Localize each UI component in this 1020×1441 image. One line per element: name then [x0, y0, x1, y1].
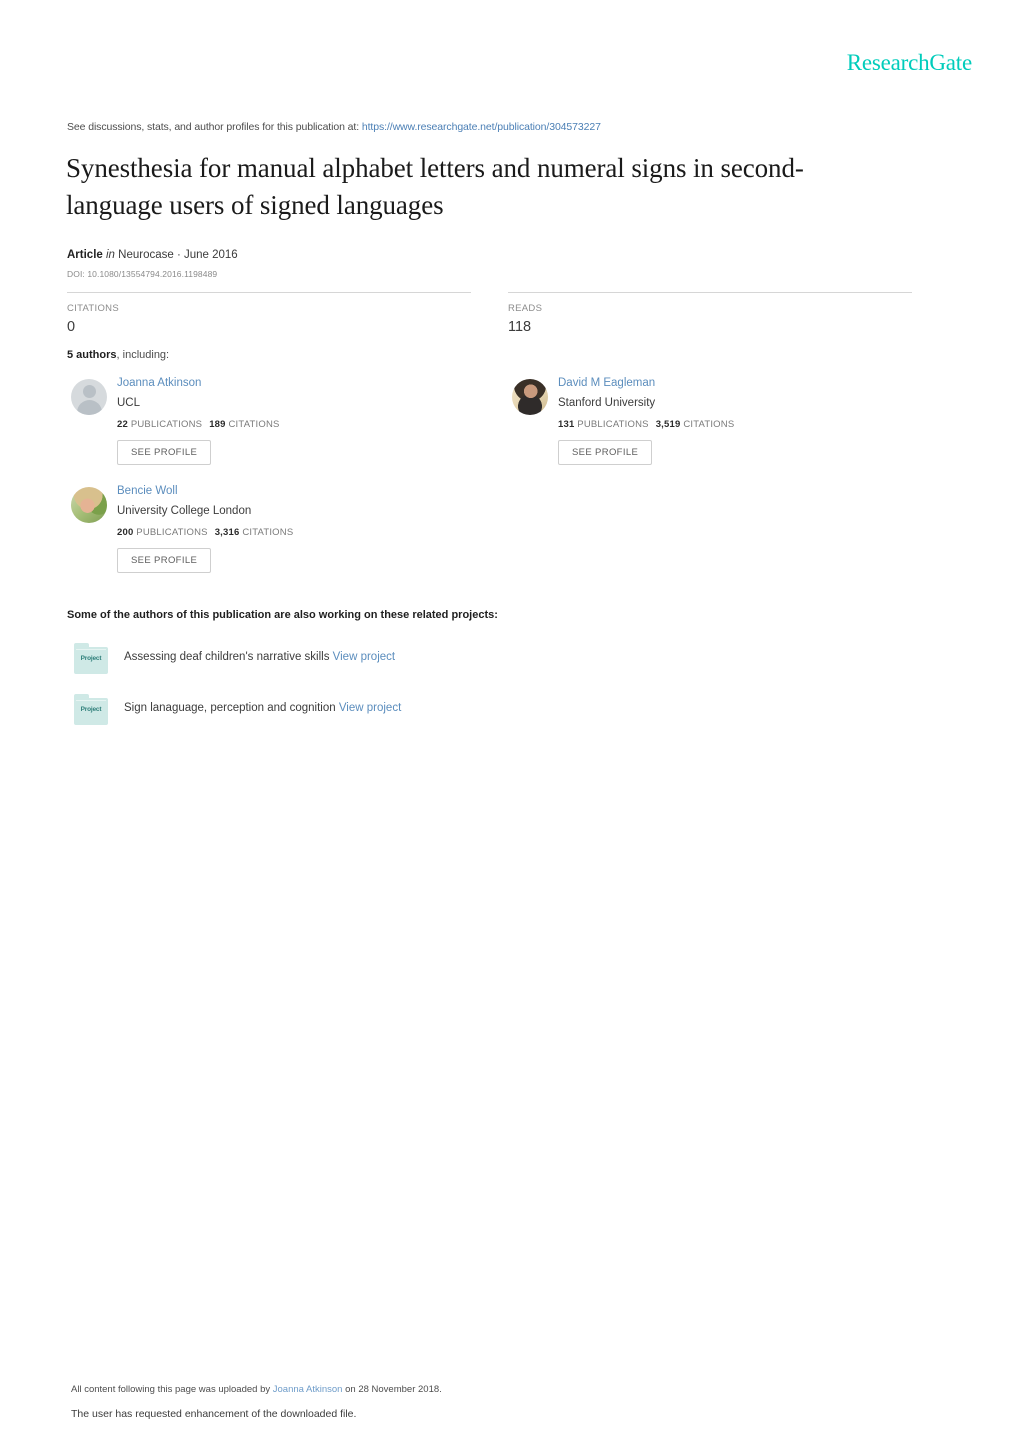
author-publications-count: 22 — [117, 419, 128, 430]
view-project-link[interactable]: View project — [339, 702, 401, 714]
author-name-link[interactable]: Bencie Woll — [117, 485, 178, 497]
authors-including-text: , including: — [116, 349, 170, 361]
see-profile-button[interactable]: SEE PROFILE — [117, 548, 212, 573]
page-title: Synesthesia for manual alphabet letters … — [66, 153, 804, 220]
discussion-line: See discussions, stats, and author profi… — [67, 121, 601, 133]
discussion-prefix: See discussions, stats, and author profi… — [67, 121, 360, 133]
author-stats: 22 PUBLICATIONS 189 CITATIONS — [117, 419, 280, 430]
avatar-photo — [71, 487, 107, 523]
avatar-body-shape — [76, 400, 102, 415]
article-venue: Neurocase · June 2016 — [118, 249, 238, 261]
author-citations-label: CITATIONS — [683, 419, 735, 430]
author-citations-label: CITATIONS — [228, 419, 280, 430]
authors-heading: 5 authors, including: — [67, 349, 169, 361]
author-publications-label: PUBLICATIONS — [577, 419, 649, 430]
citations-value: 0 — [67, 319, 76, 335]
project-folder-icon: Project — [74, 694, 108, 725]
view-project-link[interactable]: View project — [333, 651, 395, 663]
project-row: Project Assessing deaf children's narrat… — [67, 643, 667, 683]
see-profile-button[interactable]: SEE PROFILE — [558, 440, 653, 465]
divider — [67, 292, 471, 293]
author-publications-label: PUBLICATIONS — [130, 419, 203, 430]
publication-url-link[interactable]: https://www.researchgate.net/publication… — [362, 121, 601, 133]
related-projects-heading: Some of the authors of this publication … — [67, 609, 498, 621]
author-affiliation: University College London — [117, 505, 252, 517]
folder-icon-label: Project — [80, 706, 102, 713]
author-publications-count: 131 — [558, 419, 575, 430]
author-publications-count: 200 — [117, 527, 134, 538]
project-text: Sign lanaguage, perception and cognition… — [124, 702, 401, 714]
enhancement-notice: The user has requested enhancement of th… — [71, 1408, 357, 1420]
researchgate-logo[interactable]: ResearchGate — [847, 50, 973, 76]
avatar-head-shape — [82, 385, 96, 398]
article-meta: Article in Neurocase · June 2016 — [67, 249, 238, 261]
divider — [508, 292, 912, 293]
authors-count: 5 authors — [67, 349, 117, 361]
project-folder-icon: Project — [74, 643, 108, 674]
uploader-link[interactable]: Joanna Atkinson — [273, 1384, 343, 1395]
author-affiliation: Stanford University — [558, 397, 656, 409]
researchgate-publication-page: ResearchGate See discussions, stats, and… — [0, 0, 1020, 1441]
author-stats: 131 PUBLICATIONS 3,519 CITATIONS — [558, 419, 734, 430]
article-in-word: in — [106, 249, 115, 261]
upload-suffix: on 28 November 2018. — [342, 1384, 442, 1395]
author-stats: 200 PUBLICATIONS 3,316 CITATIONS — [117, 527, 293, 538]
folder-icon-label: Project — [80, 655, 102, 662]
author-citations-count: 3,519 — [655, 419, 681, 430]
reads-label: READS — [508, 303, 543, 314]
author-citations-label: CITATIONS — [242, 527, 294, 538]
author-affiliation: UCL — [117, 397, 141, 409]
stat-block-citations: CITATIONS 0 — [67, 292, 471, 335]
avatar-photo — [512, 379, 548, 415]
upload-notice: All content following this page was uplo… — [71, 1384, 442, 1395]
stat-block-reads: READS 118 — [508, 292, 912, 335]
citations-label: CITATIONS — [67, 303, 119, 314]
upload-prefix: All content following this page was uplo… — [71, 1384, 273, 1395]
project-text: Assessing deaf children's narrative skil… — [124, 651, 395, 663]
reads-value: 118 — [508, 319, 532, 335]
article-type-label: Article — [67, 249, 103, 261]
article-doi: DOI: 10.1080/13554794.2016.1198489 — [67, 269, 218, 279]
author-name-link[interactable]: Joanna Atkinson — [117, 377, 201, 389]
project-row: Project Sign lanaguage, perception and c… — [67, 694, 667, 734]
see-profile-button[interactable]: SEE PROFILE — [117, 440, 212, 465]
author-citations-count: 3,316 — [214, 527, 240, 538]
project-title: Sign lanaguage, perception and cognition — [124, 702, 336, 714]
author-publications-label: PUBLICATIONS — [136, 527, 208, 538]
author-citations-count: 189 — [209, 419, 226, 430]
avatar-placeholder-icon — [71, 379, 107, 415]
author-name-link[interactable]: David M Eagleman — [558, 377, 655, 389]
project-title: Assessing deaf children's narrative skil… — [124, 651, 330, 663]
